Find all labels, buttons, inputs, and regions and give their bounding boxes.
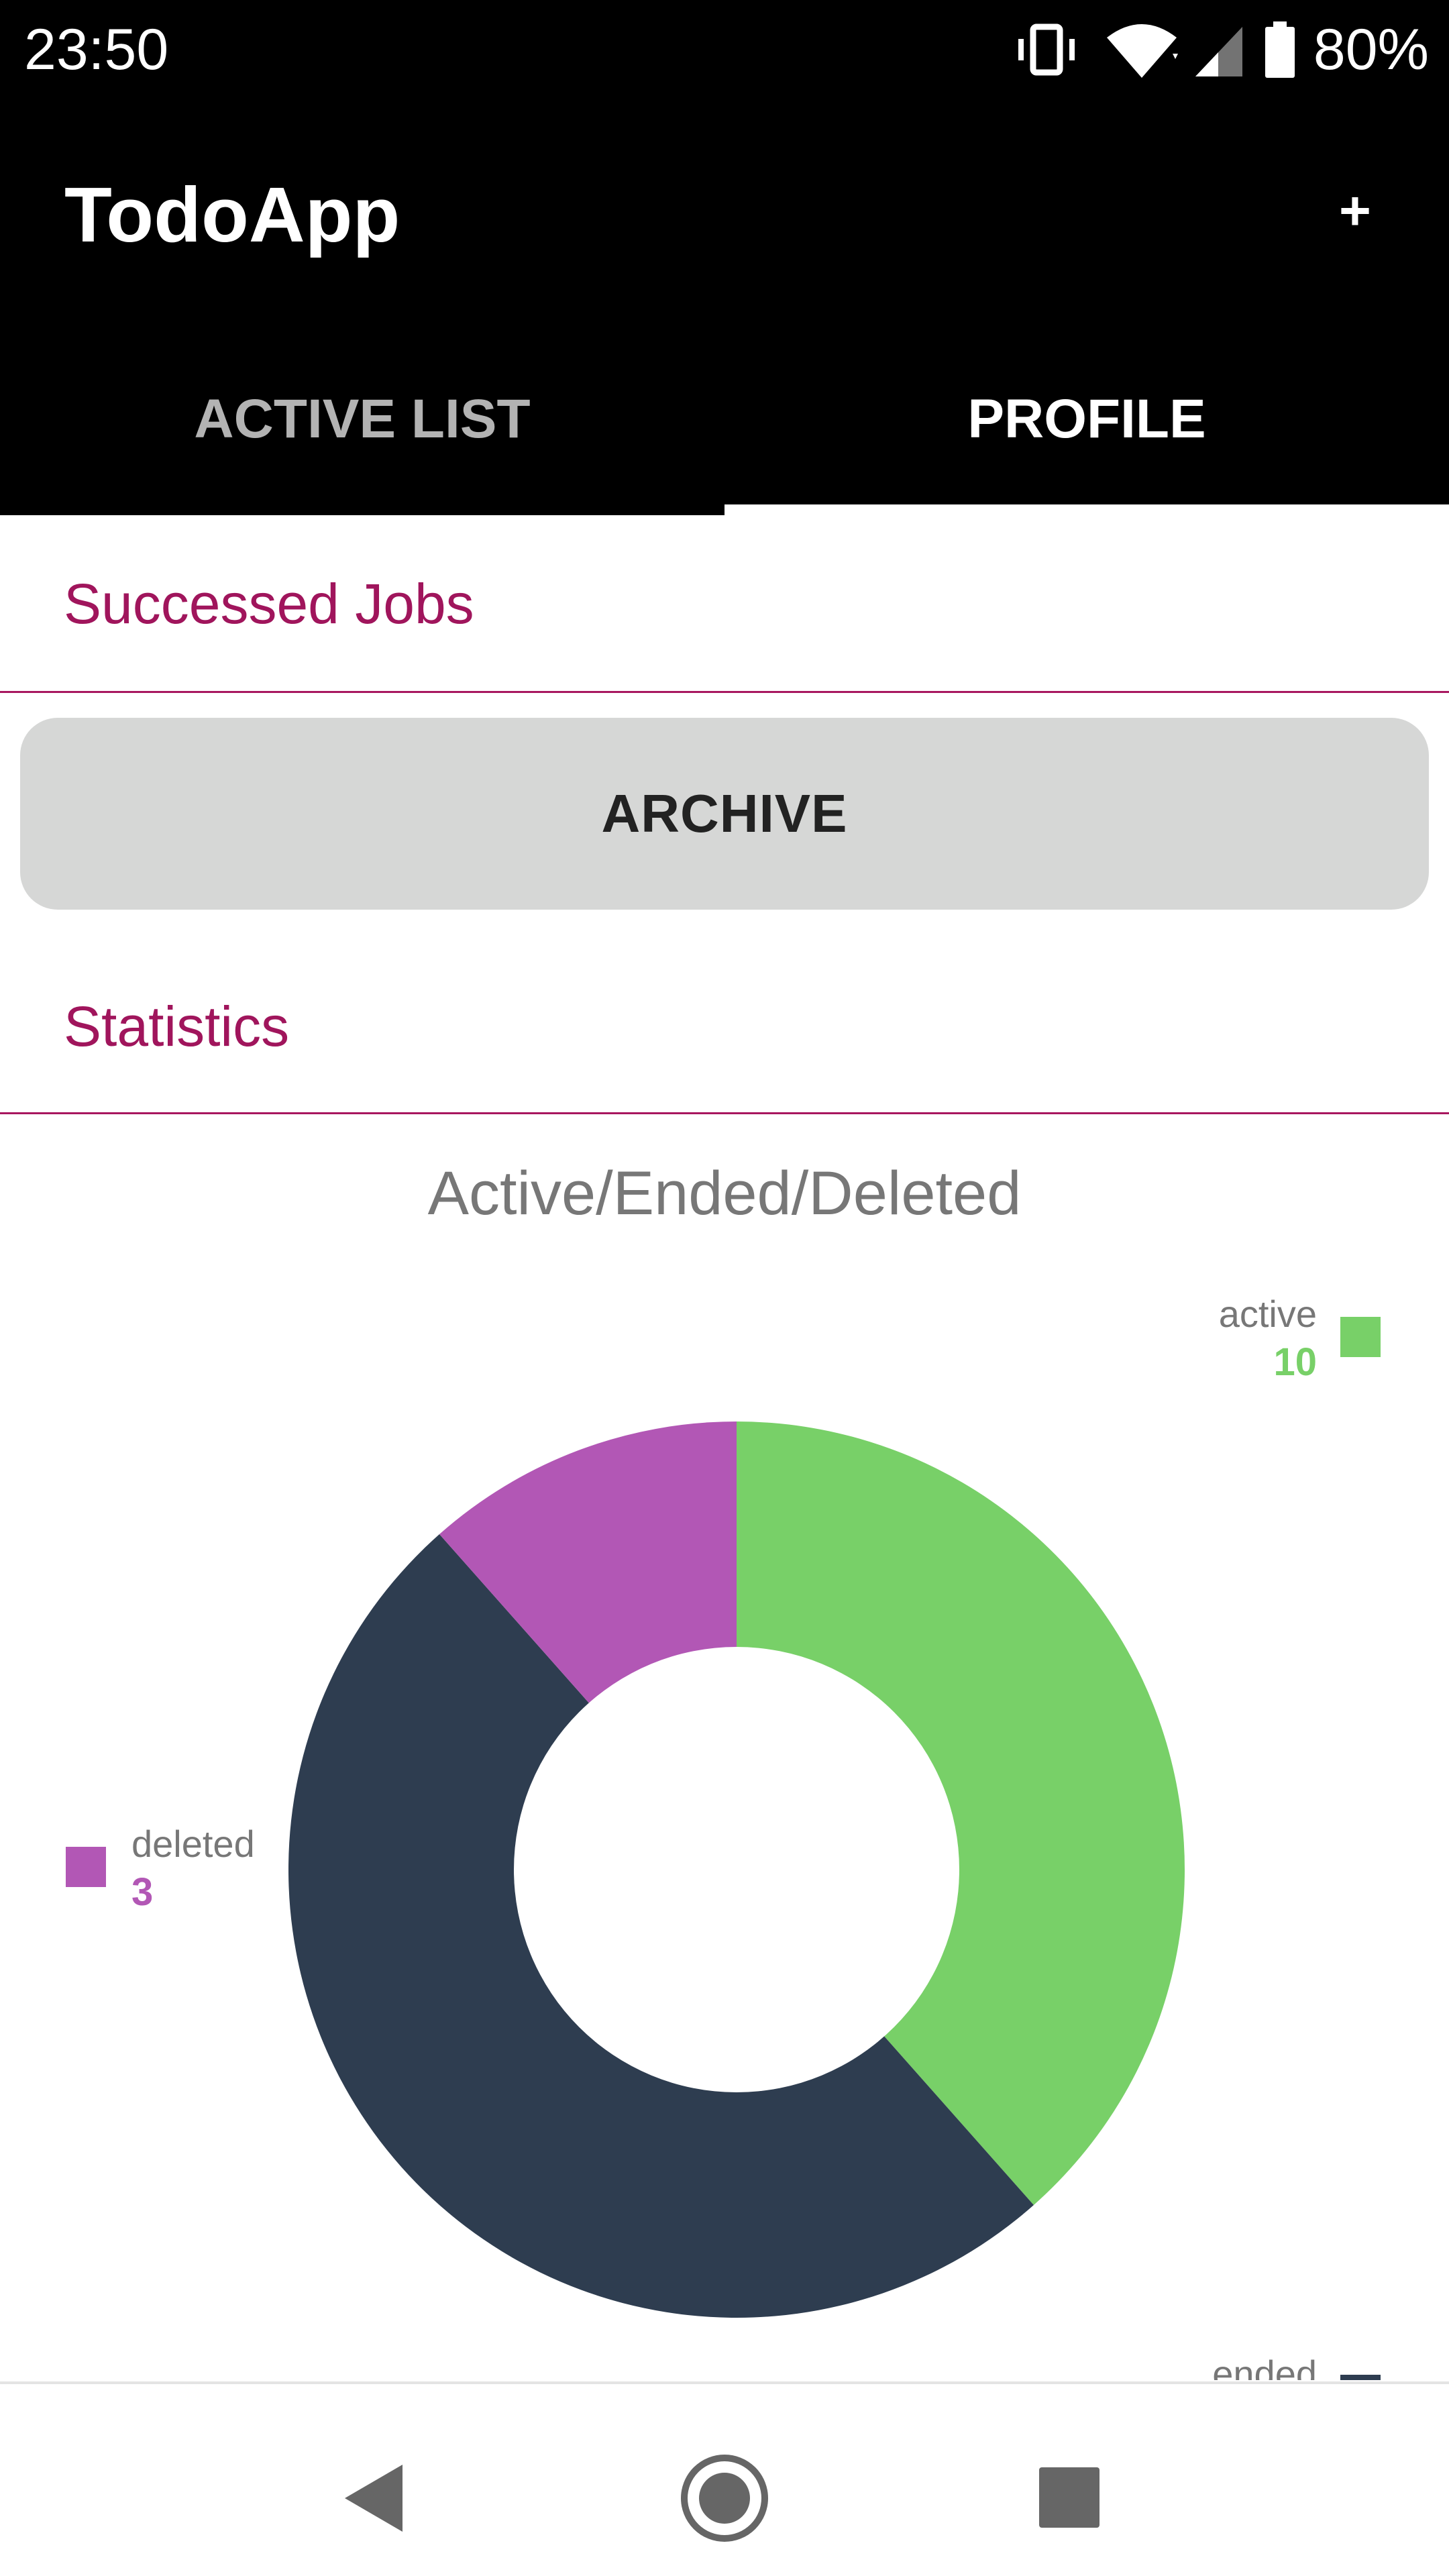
successed-jobs-header: Successed Jobs (0, 515, 1449, 693)
legend-active-value: 10 (1273, 1340, 1317, 1384)
donut-chart: Active/Ended/Deleted active 10 deleted 3 end… (66, 1159, 1381, 2380)
app-screen: 23:50 80% TodoApp + ACTIVE LIST PROFILE … (0, 0, 1449, 2576)
chart-title: Active/Ended/Deleted (428, 1159, 1022, 1228)
tab-active-list[interactable]: ACTIVE LIST (0, 356, 724, 515)
donut-hole (514, 1647, 959, 2092)
app-title: TodoApp (64, 171, 400, 258)
status-time: 23:50 (24, 17, 169, 82)
legend-ended-label: ended (1212, 2353, 1317, 2380)
tab-profile[interactable]: PROFILE (724, 356, 1449, 515)
statistics-label: Statistics (64, 995, 290, 1058)
navigation-bar (0, 2381, 1449, 2576)
legend-deleted-swatch (66, 1847, 106, 1887)
archive-button[interactable]: ARCHIVE (20, 718, 1429, 910)
legend-deleted-label: deleted (131, 1823, 255, 1865)
tab-indicator (724, 504, 1449, 515)
recent-apps-icon[interactable] (1010, 2438, 1130, 2559)
home-icon[interactable] (664, 2438, 785, 2559)
back-icon[interactable] (315, 2438, 436, 2559)
legend-ended-swatch (1340, 2375, 1381, 2380)
tab-active-list-label: ACTIVE LIST (194, 388, 531, 449)
legend-active: active 10 (1219, 1293, 1381, 1384)
successed-jobs-label: Successed Jobs (64, 572, 474, 635)
legend-active-label: active (1219, 1293, 1317, 1335)
legend-deleted: deleted 3 (66, 1823, 255, 1914)
add-button[interactable]: + (1315, 171, 1395, 252)
tab-profile-label: PROFILE (967, 388, 1206, 449)
vibrate-icon (1018, 23, 1075, 76)
status-icons: 80% (1013, 15, 1429, 85)
app-bar: TodoApp + ACTIVE LIST PROFILE (0, 101, 1449, 515)
archive-button-label: ARCHIVE (601, 784, 848, 843)
status-bar: 23:50 80% (0, 0, 1449, 101)
legend-active-swatch (1340, 1317, 1381, 1357)
statistics-header: Statistics (0, 939, 1449, 1114)
signal-icon (1195, 27, 1242, 76)
wifi-icon (1107, 24, 1178, 78)
battery-icon (1265, 21, 1295, 78)
legend-ended: ended (1212, 2353, 1381, 2380)
battery-percent: 80% (1313, 17, 1429, 82)
legend-deleted-value: 3 (131, 1870, 153, 1914)
